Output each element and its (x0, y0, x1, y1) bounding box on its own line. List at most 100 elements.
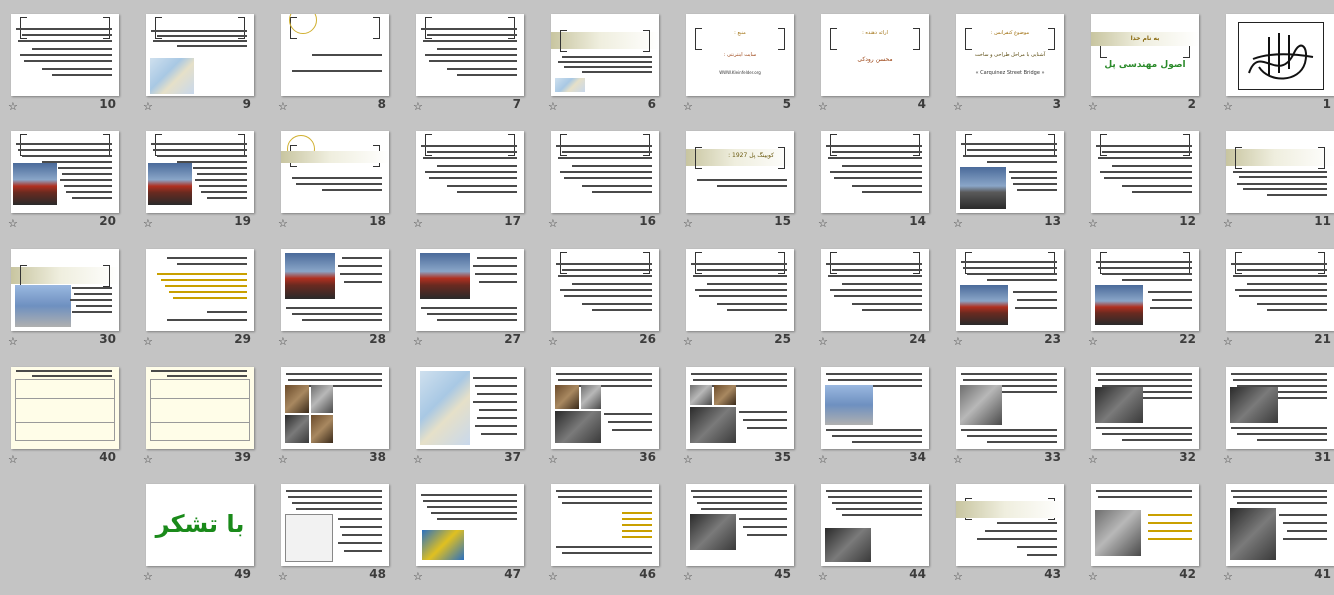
text-line (727, 309, 787, 311)
slide-thumbnail-4[interactable]: ارائه دهنده : محسن رودکی ☆ 4 (815, 8, 950, 125)
slide-thumbnail-22[interactable]: ☆ 22 (1085, 243, 1220, 360)
slide-canvas[interactable] (956, 367, 1064, 449)
slide-thumbnail-44[interactable]: ☆ 44 (815, 478, 950, 595)
slide-thumbnail-32[interactable]: ☆ 32 (1085, 361, 1220, 478)
slide-thumbnail-48[interactable]: ☆ 48 (275, 478, 410, 595)
slide-thumbnail-27[interactable]: ☆ 27 (410, 243, 545, 360)
slide-thumbnail-30[interactable]: ☆ 30 (5, 243, 140, 360)
slide-thumbnail-18[interactable]: ☆ 18 (275, 125, 410, 242)
slide-thumbnail-39[interactable]: ☆ 39 (140, 361, 275, 478)
slide-thumbnail-41[interactable]: ☆ 41 (1220, 478, 1334, 595)
slide-thumbnail-37[interactable]: ☆ 37 (410, 361, 545, 478)
slide-thumbnail-25[interactable]: ☆ 25 (680, 243, 815, 360)
slide-canvas[interactable] (551, 131, 659, 213)
slide-thumbnail-35[interactable]: ☆ 35 (680, 361, 815, 478)
slide-thumbnail-26[interactable]: ☆ 26 (545, 243, 680, 360)
slide-thumbnail-12[interactable]: ☆ 12 (1085, 125, 1220, 242)
slide-thumbnail-1[interactable]: ☆ 1 (1220, 8, 1334, 125)
slide-canvas[interactable] (416, 249, 524, 331)
slide-thumbnail-43[interactable]: ☆ 43 (950, 478, 1085, 595)
slide-thumbnail-36[interactable]: ☆ 36 (545, 361, 680, 478)
slide-thumbnail-33[interactable]: ☆ 33 (950, 361, 1085, 478)
slide-thumbnail-5[interactable]: منبع : سایت اینترنتی : WWW.Kleinfelder.org… (680, 8, 815, 125)
slide-canvas[interactable] (11, 14, 119, 96)
slide-thumbnail-49[interactable]: با تشکر ☆ 49 (140, 478, 275, 595)
slide-thumbnail-17[interactable]: ☆ 17 (410, 125, 545, 242)
slide-thumbnail-28[interactable]: ☆ 28 (275, 243, 410, 360)
slide-canvas[interactable] (281, 249, 389, 331)
slide-canvas[interactable] (11, 249, 119, 331)
slide-canvas[interactable] (686, 484, 794, 566)
slide-thumbnail-19[interactable]: ☆ 19 (140, 125, 275, 242)
slide-thumbnail-7[interactable]: ☆ 7 (410, 8, 545, 125)
slide-thumbnail-15[interactable]: کویینگ پل 1927 : ☆ 15 (680, 125, 815, 242)
slide-canvas[interactable] (146, 131, 254, 213)
slide-thumbnail-40[interactable]: ☆ 40 (5, 361, 140, 478)
slide-canvas[interactable] (1226, 249, 1334, 331)
slide-canvas[interactable] (551, 249, 659, 331)
slide-thumbnail-2[interactable]: به نام خدا اصول مهندسی پل ☆ 2 (1085, 8, 1220, 125)
slide-thumbnail-47[interactable]: ☆ 47 (410, 478, 545, 595)
slide-thumbnail-34[interactable]: ☆ 34 (815, 361, 950, 478)
slide-canvas[interactable] (1091, 131, 1199, 213)
slide-thumbnail-16[interactable]: ☆ 16 (545, 125, 680, 242)
text-line (423, 157, 517, 159)
slide-canvas[interactable] (1226, 14, 1334, 96)
slide-canvas[interactable] (416, 131, 524, 213)
slide-canvas[interactable] (821, 367, 929, 449)
slide-canvas[interactable] (1226, 131, 1334, 213)
slide-thumbnail-45[interactable]: ☆ 45 (680, 478, 815, 595)
slide-canvas[interactable] (551, 484, 659, 566)
slide-thumbnail-29[interactable]: ☆ 29 (140, 243, 275, 360)
slide-canvas[interactable] (281, 14, 389, 96)
slide-canvas[interactable] (281, 484, 389, 566)
slide-canvas[interactable] (686, 249, 794, 331)
slide-thumbnail-13[interactable]: ☆ 13 (950, 125, 1085, 242)
slide-canvas[interactable]: به نام خدا اصول مهندسی پل (1091, 14, 1199, 96)
slide-thumbnail-46[interactable]: ☆ 46 (545, 478, 680, 595)
slide-canvas[interactable] (1091, 484, 1199, 566)
slide-thumbnail-31[interactable]: ☆ 31 (1220, 361, 1334, 478)
slide-canvas[interactable] (956, 249, 1064, 331)
slide-canvas[interactable] (1091, 367, 1199, 449)
slide-thumbnail-42[interactable]: ☆ 42 (1085, 478, 1220, 595)
slide-canvas[interactable]: منبع : سایت اینترنتی : WWW.Kleinfelder.org (686, 14, 794, 96)
slide-canvas[interactable] (1226, 484, 1334, 566)
slide-canvas[interactable]: ارائه دهنده : محسن رودکی (821, 14, 929, 96)
slide-thumbnail-20[interactable]: ☆ 20 (5, 125, 140, 242)
slide-canvas[interactable]: موضوع کنفرانس : آشنایی با مراحل طراحی و س… (956, 14, 1064, 96)
slide-canvas[interactable] (281, 131, 389, 213)
slide-canvas[interactable] (416, 484, 524, 566)
slide-thumbnail-9[interactable]: ☆ 9 (140, 8, 275, 125)
slide-canvas[interactable] (146, 249, 254, 331)
slide-canvas[interactable] (821, 131, 929, 213)
slide-canvas[interactable] (1091, 249, 1199, 331)
slide-canvas[interactable]: با تشکر (146, 484, 254, 566)
slide-canvas[interactable] (551, 14, 659, 96)
slide-thumbnail-3[interactable]: موضوع کنفرانس : آشنایی با مراحل طراحی و س… (950, 8, 1085, 125)
slide-canvas[interactable] (821, 249, 929, 331)
slide-thumbnail-21[interactable]: ☆ 21 (1220, 243, 1334, 360)
slide-thumbnail-23[interactable]: ☆ 23 (950, 243, 1085, 360)
slide-canvas[interactable]: کویینگ پل 1927 : (686, 131, 794, 213)
slide-canvas[interactable] (146, 367, 254, 449)
slide-thumbnail-38[interactable]: ☆ 38 (275, 361, 410, 478)
slide-canvas[interactable] (11, 367, 119, 449)
slide-canvas[interactable] (1226, 367, 1334, 449)
slide-canvas[interactable] (956, 131, 1064, 213)
slide-canvas[interactable] (416, 14, 524, 96)
slide-thumbnail-10[interactable]: ☆ 10 (5, 8, 140, 125)
slide-thumbnail-8[interactable]: ☆ 8 (275, 8, 410, 125)
slide-canvas[interactable] (416, 367, 524, 449)
slide-canvas[interactable] (956, 484, 1064, 566)
slide-thumbnail-14[interactable]: ☆ 14 (815, 125, 950, 242)
slide-canvas[interactable] (146, 14, 254, 96)
slide-canvas[interactable] (821, 484, 929, 566)
slide-canvas[interactable] (11, 131, 119, 213)
slide-thumbnail-24[interactable]: ☆ 24 (815, 243, 950, 360)
slide-thumbnail-6[interactable]: ☆ 6 (545, 8, 680, 125)
slide-thumbnail-11[interactable]: ☆ 11 (1220, 125, 1334, 242)
slide-canvas[interactable] (281, 367, 389, 449)
slide-canvas[interactable] (686, 367, 794, 449)
slide-canvas[interactable] (551, 367, 659, 449)
